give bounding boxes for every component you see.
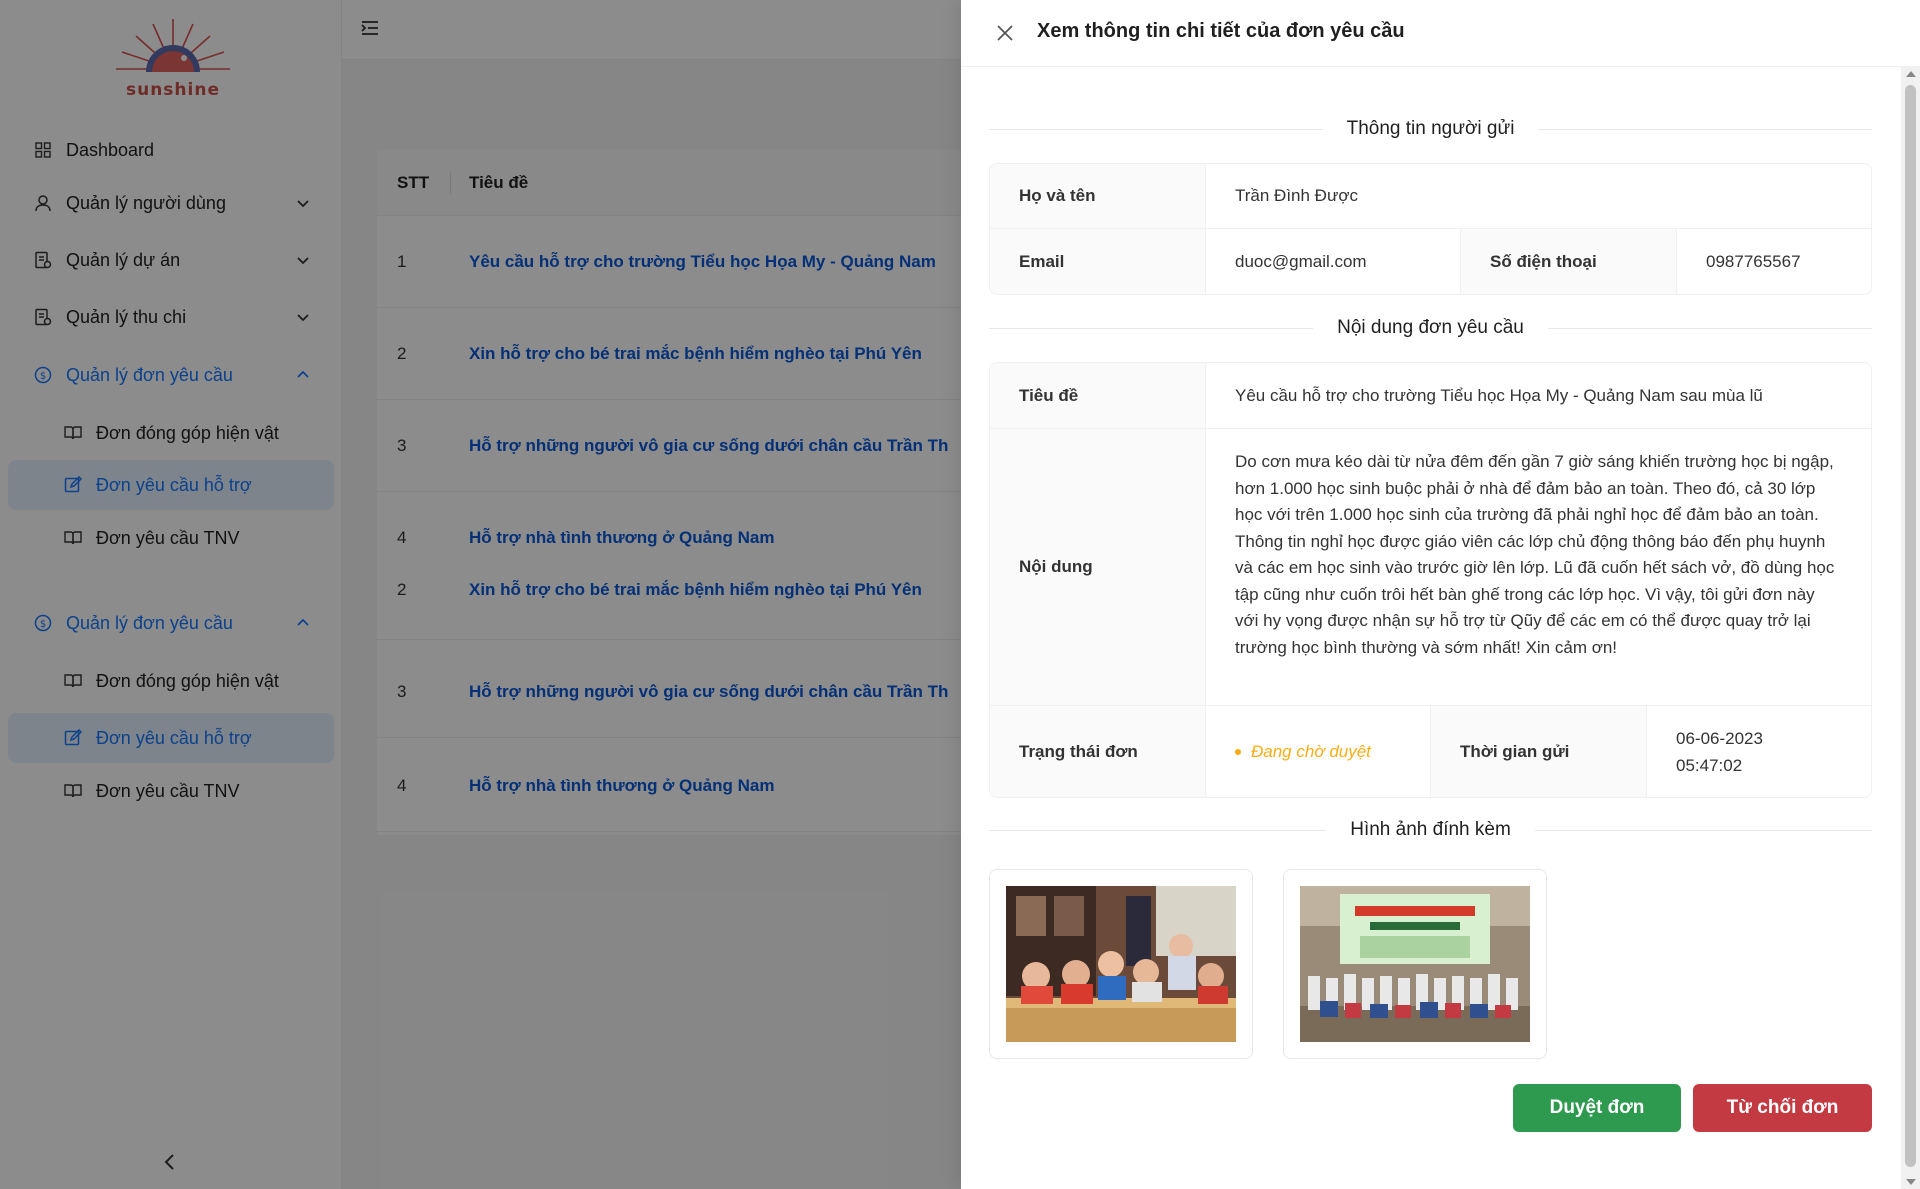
attached-image-thumbnail[interactable] (989, 869, 1253, 1059)
time-label: Thời gian gửi (1431, 706, 1647, 797)
sent-date: 06-06-2023 (1676, 728, 1763, 748)
request-title-row: Tiêu đề Yêu cầu hỗ trợ cho trường Tiểu h… (990, 363, 1871, 429)
sent-time: 05:47:02 (1676, 755, 1743, 775)
status-badge: Đang chờ duyệt (1206, 706, 1431, 797)
name-label: Họ và tên (990, 164, 1206, 228)
close-icon[interactable] (996, 24, 1014, 42)
scroll-up-arrow-icon[interactable] (1906, 71, 1916, 77)
reject-button[interactable]: Từ chối đơn (1693, 1084, 1872, 1132)
content-label: Nội dung (990, 429, 1206, 705)
request-content-row: Nội dung Do cơn mưa kéo dài từ nửa đêm đ… (990, 429, 1871, 706)
scroll-thumb[interactable] (1905, 85, 1916, 1167)
attached-photo-group[interactable] (1300, 886, 1530, 1042)
sender-contact-row: Email duoc@gmail.com Số điện thoại 09877… (990, 229, 1871, 294)
section-title: Nội dung đơn yêu cầu (1337, 317, 1524, 338)
title-value: Yêu cầu hỗ trợ cho trường Tiểu học Họa M… (1235, 385, 1763, 405)
drawer-title: Xem thông tin chi tiết của đơn yêu cầu (1037, 20, 1405, 42)
request-status-row: Trạng thái đơn Đang chờ duyệt Thời gian … (990, 706, 1871, 797)
section-title: Hình ảnh đính kèm (1350, 819, 1511, 840)
section-title: Thông tin người gửi (1346, 118, 1515, 139)
approve-button[interactable]: Duyệt đơn (1513, 1084, 1681, 1132)
scroll-down-arrow-icon[interactable] (1906, 1179, 1916, 1185)
sender-info-table: Họ và tên Trần Đình Được Email duoc@gmai… (989, 163, 1872, 295)
section-divider-content: Nội dung đơn yêu cầu (989, 313, 1873, 343)
email-value: duoc@gmail.com (1206, 229, 1461, 294)
phone-value: 0987765567 (1706, 251, 1801, 271)
scrollbar[interactable] (1901, 67, 1920, 1189)
drawer-header: Xem thông tin chi tiết của đơn yêu cầu (961, 0, 1920, 67)
request-detail-drawer: Xem thông tin chi tiết của đơn yêu cầu T… (961, 0, 1920, 1189)
email-label: Email (990, 229, 1206, 294)
status-text: Đang chờ duyệt (1251, 741, 1371, 761)
section-divider-sender: Thông tin người gửi (989, 114, 1873, 144)
name-value: Trần Đình Được (1235, 186, 1358, 205)
sender-name-row: Họ và tên Trần Đình Được (990, 164, 1871, 229)
sent-time-value: 06-06-2023 05:47:02 (1647, 706, 1792, 797)
title-label: Tiêu đề (990, 363, 1206, 428)
attached-image-thumbnail[interactable] (1283, 869, 1547, 1059)
status-label: Trạng thái đơn (990, 706, 1206, 797)
section-divider-images: Hình ảnh đính kèm (989, 815, 1873, 845)
request-info-table: Tiêu đề Yêu cầu hỗ trợ cho trường Tiểu h… (989, 362, 1872, 798)
attached-photo-classroom[interactable] (1006, 886, 1236, 1042)
content-value: Do cơn mưa kéo dài từ nửa đêm đến gần 7 … (1235, 452, 1835, 657)
phone-label: Số điện thoại (1461, 229, 1677, 294)
status-dot (1235, 748, 1241, 755)
